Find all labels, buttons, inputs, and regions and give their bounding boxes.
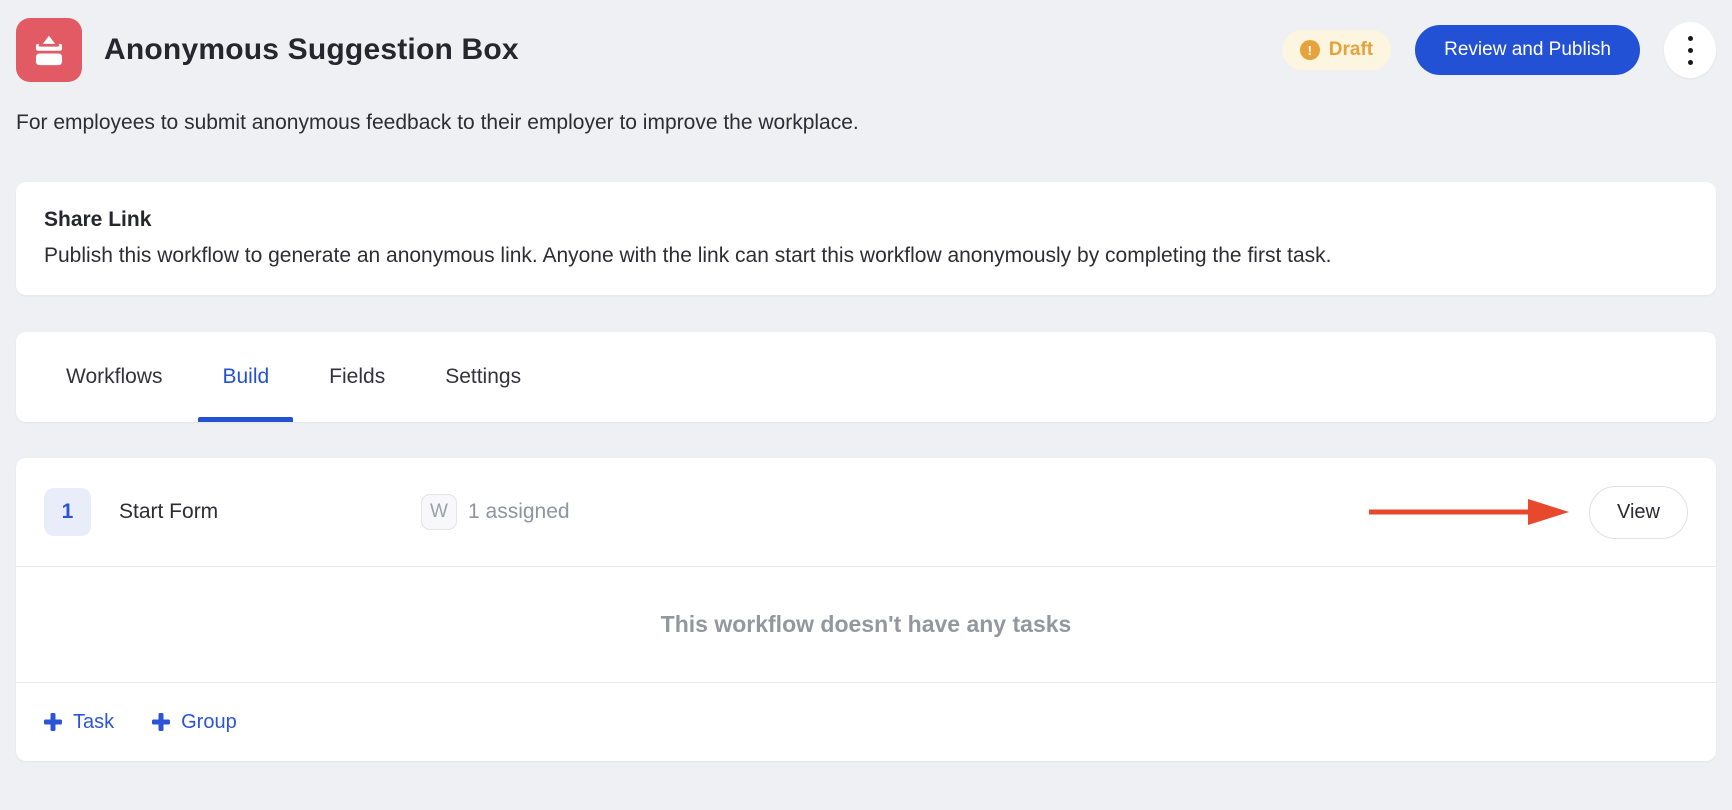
share-link-card: Share Link Publish this workflow to gene… — [16, 182, 1716, 295]
share-link-title: Share Link — [44, 208, 152, 231]
builder-footer: Task Group — [16, 683, 1716, 761]
view-button[interactable]: View — [1589, 485, 1688, 539]
add-task-label: Task — [73, 710, 115, 733]
plus-icon — [44, 713, 62, 731]
add-group-button[interactable]: Group — [152, 711, 237, 734]
tab-bar: Workflows Build Fields Settings — [16, 332, 1716, 422]
status-badge-label: Draft — [1328, 39, 1374, 60]
plus-icon — [152, 713, 171, 731]
header-actions: ! Draft Review and Publish — [1281, 22, 1716, 78]
workflow-page: Anonymous Suggestion Box ! Draft Review … — [0, 0, 1732, 761]
alert-circle-icon: ! — [1299, 40, 1320, 60]
review-and-publish-button[interactable]: Review and Publish — [1415, 25, 1640, 75]
empty-tasks-message: This workflow doesn't have any tasks — [660, 611, 1072, 637]
avatar: W — [421, 494, 457, 530]
share-link-description: Publish this workflow to generate an ano… — [44, 244, 1332, 267]
tab-build[interactable]: Build — [198, 332, 293, 422]
build-panel: 1 Start Form W 1 assigned View This work… — [16, 458, 1716, 761]
workflow-description: For employees to submit anonymous feedba… — [16, 111, 859, 134]
step-number-badge: 1 — [44, 488, 91, 536]
assignee-group: W 1 assigned — [421, 494, 570, 530]
tab-fields[interactable]: Fields — [305, 332, 409, 422]
tab-settings[interactable]: Settings — [421, 332, 545, 422]
red-arrow-annotation — [1369, 499, 1569, 525]
page-title: Anonymous Suggestion Box — [104, 33, 519, 66]
status-badge: ! Draft — [1281, 30, 1392, 70]
add-task-button[interactable]: Task — [44, 711, 114, 734]
kebab-menu-icon[interactable] — [1664, 22, 1716, 78]
ballot-box-icon — [16, 18, 82, 82]
start-form-row[interactable]: 1 Start Form W 1 assigned View — [16, 458, 1716, 566]
task-title: Start Form — [119, 500, 219, 523]
tab-workflows[interactable]: Workflows — [42, 332, 186, 422]
page-header: Anonymous Suggestion Box ! Draft Review … — [16, 18, 1716, 82]
assigned-count-label: 1 assigned — [468, 500, 570, 523]
add-group-label: Group — [181, 710, 237, 733]
